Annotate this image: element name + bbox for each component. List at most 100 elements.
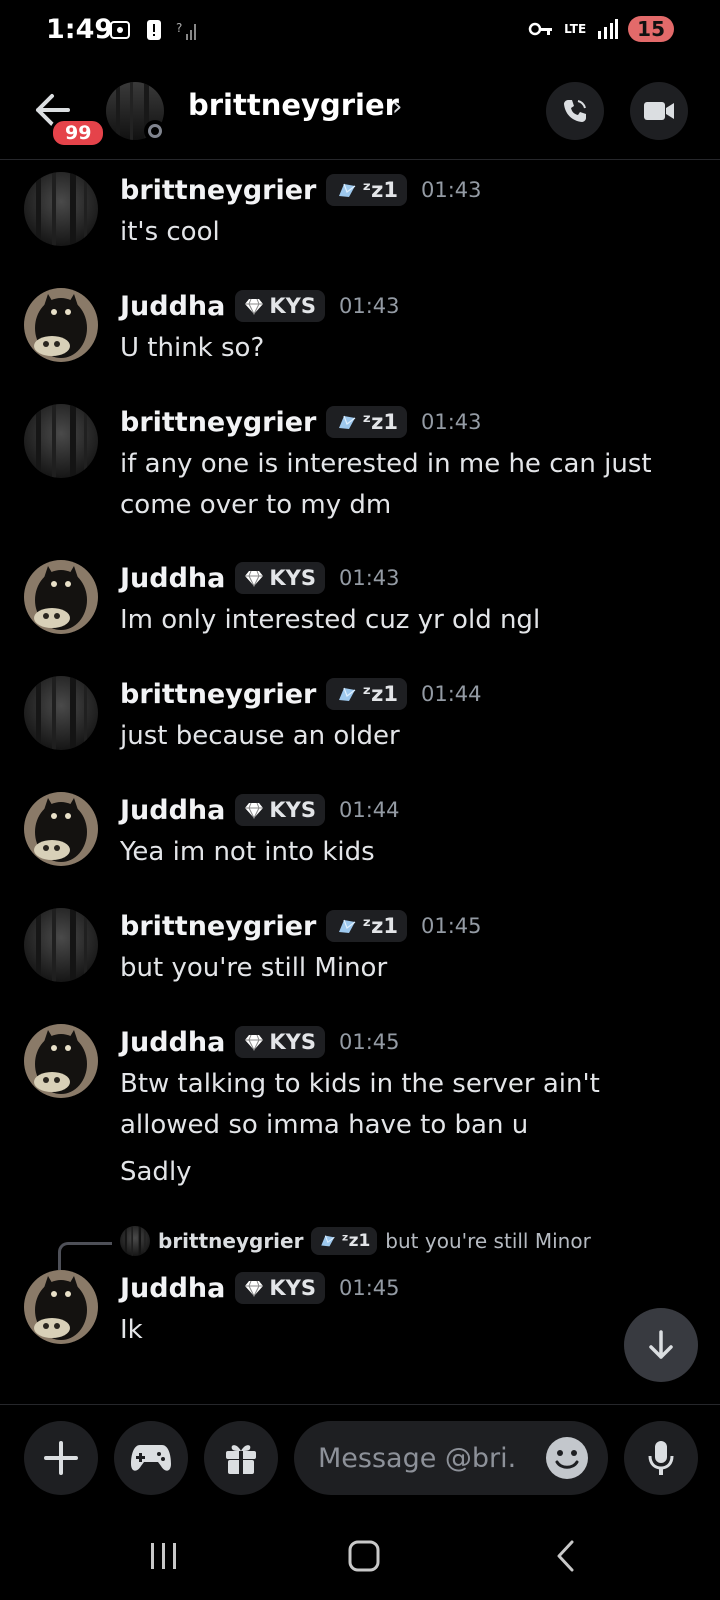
author-name[interactable]: Juddha [120,291,225,322]
dm-channel-name[interactable]: brittneygrier [188,88,399,122]
svg-text:?: ? [176,21,182,35]
user-avatar[interactable] [24,1024,98,1098]
role-tag: KYS [235,1272,325,1304]
message-timestamp: 01:45 [420,914,482,938]
message-timestamp: 01:43 [338,566,400,590]
user-avatar[interactable] [24,792,98,866]
role-tag-text: KYS [269,566,316,590]
message-header: brittneygrier ᶻz1 01:43 [120,406,482,438]
message-composer [0,1404,720,1504]
role-tag: KYS [235,562,325,594]
reply-preview[interactable]: brittneygrier ᶻz1 but you're still Minor [120,1226,591,1256]
author-name[interactable]: Juddha [120,1273,225,1304]
no-signal-icon: ? [176,21,196,40]
screenshot-icon [110,21,130,39]
message-text: if any one is interested in me he can ju… [120,449,652,479]
role-tag: KYS [235,794,325,826]
network-type: LTE [564,22,587,36]
message-header: Juddha KYS 01:45 [120,1272,400,1304]
message-timestamp: 01:43 [420,178,482,202]
message-header: brittneygrier ᶻz1 01:43 [120,174,482,206]
recents-button[interactable] [144,1538,184,1574]
message-text: Yea im not into kids [120,837,375,867]
crystal-icon [339,183,356,197]
user-avatar[interactable] [24,1270,98,1344]
voice-call-button[interactable] [546,82,604,140]
crystal-icon [339,415,356,429]
gamepad-icon [131,1445,171,1471]
gem-icon [245,1280,264,1297]
attach-button[interactable] [24,1421,98,1495]
recents-icon [151,1543,176,1569]
author-name[interactable]: Juddha [120,795,225,826]
video-call-button[interactable] [630,82,688,140]
message-timestamp: 01:43 [420,410,482,434]
voice-message-button[interactable] [624,1421,698,1495]
message-timestamp: 01:44 [338,798,400,822]
author-name[interactable]: brittneygrier [120,175,316,206]
user-avatar[interactable] [24,676,98,750]
message-input[interactable] [318,1437,518,1479]
crystal-icon [339,919,356,933]
message-timestamp: 01:45 [338,1030,400,1054]
author-name[interactable]: brittneygrier [120,679,316,710]
nav-back-icon [557,1540,574,1572]
message-text: just because an older [120,721,400,751]
role-tag-text: KYS [269,798,316,822]
role-tag-text: KYS [269,1276,316,1300]
author-name[interactable]: brittneygrier [120,407,316,438]
reply-avatar [120,1226,150,1256]
jump-to-bottom-button[interactable] [624,1308,698,1382]
crystal-icon [339,687,356,701]
user-avatar[interactable] [24,172,98,246]
role-tag: ᶻz1 [311,1227,378,1255]
role-tag: KYS [235,290,325,322]
user-avatar[interactable] [24,404,98,478]
message-list[interactable]: brittneygrier ᶻz1 01:43 it's cool Juddha K… [0,162,720,1402]
user-avatar[interactable] [24,560,98,634]
dm-header: 99 brittneygrier › [0,70,720,160]
unread-badge: 99 [50,118,107,148]
author-name[interactable]: Juddha [120,563,225,594]
home-button[interactable] [344,1538,384,1574]
message-text: come over to my dm [120,490,392,520]
message-header: Juddha KYS 01:45 [120,1026,400,1058]
author-name[interactable]: Juddha [120,1027,225,1058]
chevron-right-icon[interactable]: › [392,92,402,122]
battery-level: 15 [628,16,674,42]
home-icon [348,1540,380,1572]
vpn-key-icon [528,22,553,36]
status-bar: 1:49 ? LTE 15 [0,0,720,64]
role-tag-text: ᶻz1 [362,914,398,938]
message-text: U think so? [120,333,265,363]
role-tag: ᶻz1 [326,910,407,942]
message-input-field[interactable] [294,1421,608,1495]
emoji-button[interactable] [546,1437,588,1479]
role-tag: ᶻz1 [326,678,407,710]
role-tag-text: ᶻz1 [362,410,398,434]
message-text: Btw talking to kids in the server ain't [120,1069,600,1099]
microphone-icon [648,1441,674,1475]
message-text: Im only interested cuz yr old ngl [120,605,541,635]
nav-back-button[interactable] [546,1538,586,1574]
message-text: Ik [120,1315,143,1345]
message-timestamp: 01:43 [338,294,400,318]
plus-icon [44,1441,78,1475]
gift-button[interactable] [204,1421,278,1495]
role-tag-text: ᶻz1 [362,178,398,202]
activities-button[interactable] [114,1421,188,1495]
message-header: Juddha KYS 01:43 [120,562,400,594]
gem-icon [245,1034,264,1051]
role-tag: KYS [235,1026,325,1058]
signal-icon [598,19,619,39]
author-name[interactable]: brittneygrier [120,911,316,942]
system-nav-bar [0,1510,720,1600]
user-avatar[interactable] [24,288,98,362]
role-tag-text: KYS [269,294,316,318]
user-avatar[interactable] [24,908,98,982]
message-timestamp: 01:45 [338,1276,400,1300]
reply-author: brittneygrier [158,1229,304,1253]
alert-icon [147,20,161,40]
gift-icon [226,1445,256,1474]
smiley-icon [555,1450,579,1469]
